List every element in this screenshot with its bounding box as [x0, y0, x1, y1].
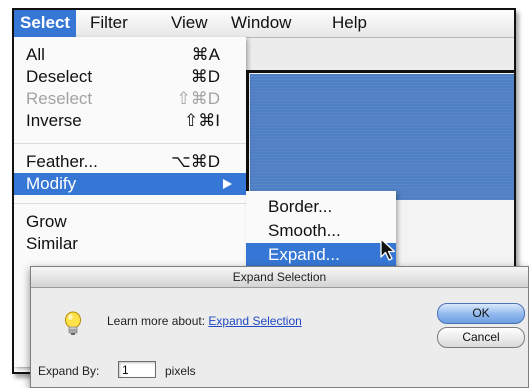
expand-selection-dialog: Expand Selection Learn more about: Expan… [30, 266, 529, 388]
menu-item-label: All [26, 45, 45, 64]
menu-help[interactable]: Help [326, 10, 373, 37]
expand-by-input[interactable] [118, 361, 156, 378]
menu-item-label: Deselect [26, 67, 93, 86]
selected-blue-area[interactable] [250, 74, 514, 200]
submenu-item-label: Smooth... [268, 221, 341, 240]
menu-item-shortcut: ⌘A [191, 45, 220, 64]
dialog-title: Expand Selection [31, 267, 528, 288]
learn-more-label: Learn more about: [107, 314, 206, 328]
menubar: Select Filter View Window Help [14, 10, 514, 38]
menu-item-similar[interactable]: Similar [14, 233, 246, 255]
mouse-pointer-icon [380, 238, 396, 261]
submenu-item-smooth[interactable]: Smooth... [246, 219, 396, 243]
submenu-item-expand[interactable]: Expand... [246, 243, 396, 267]
menu-item-label: Feather... [26, 152, 98, 171]
menu-item-deselect[interactable]: Deselect ⌘D [14, 66, 246, 88]
learn-more-link[interactable]: Expand Selection [208, 314, 301, 328]
modify-submenu: Border... Smooth... Expand... [246, 191, 396, 271]
menu-item-label: Similar [26, 234, 78, 253]
pixels-unit-label: pixels [165, 364, 196, 378]
menu-item-feather[interactable]: Feather... ⌥⌘D [14, 151, 246, 173]
menu-window[interactable]: Window [225, 10, 297, 37]
submenu-item-border[interactable]: Border... [246, 195, 396, 219]
menu-view[interactable]: View [165, 10, 214, 37]
submenu-item-label: Border... [268, 197, 333, 216]
learn-more-text: Learn more about: Expand Selection [107, 314, 302, 328]
submenu-arrow-icon [223, 179, 232, 189]
submenu-item-label: Expand... [268, 245, 340, 264]
menu-item-label: Inverse [26, 111, 82, 130]
menu-select[interactable]: Select [14, 10, 77, 37]
menu-item-label: Modify [26, 174, 77, 193]
menu-item-inverse[interactable]: Inverse ⇧⌘I [14, 110, 246, 132]
menu-item-label: Reselect [26, 89, 93, 108]
lightbulb-icon [65, 311, 81, 335]
cancel-button[interactable]: Cancel [437, 327, 525, 348]
menu-item-shortcut: ⌘D [190, 67, 220, 86]
expand-by-label: Expand By: [38, 364, 100, 378]
menu-item-shortcut: ⌥⌘D [171, 152, 220, 171]
menu-item-shortcut: ⇧⌘I [184, 111, 220, 130]
menu-item-grow[interactable]: Grow [14, 211, 246, 233]
menu-item-all[interactable]: All ⌘A [14, 44, 246, 66]
menu-item-modify[interactable]: Modify [14, 173, 246, 195]
menu-item-reselect: Reselect ⇧⌘D [14, 88, 246, 110]
menu-separator [14, 143, 246, 144]
ok-button[interactable]: OK [437, 303, 525, 324]
menu-filter[interactable]: Filter [84, 10, 134, 37]
menu-item-label: Grow [26, 212, 67, 231]
menu-separator [14, 203, 246, 204]
menu-item-shortcut: ⇧⌘D [176, 89, 220, 108]
